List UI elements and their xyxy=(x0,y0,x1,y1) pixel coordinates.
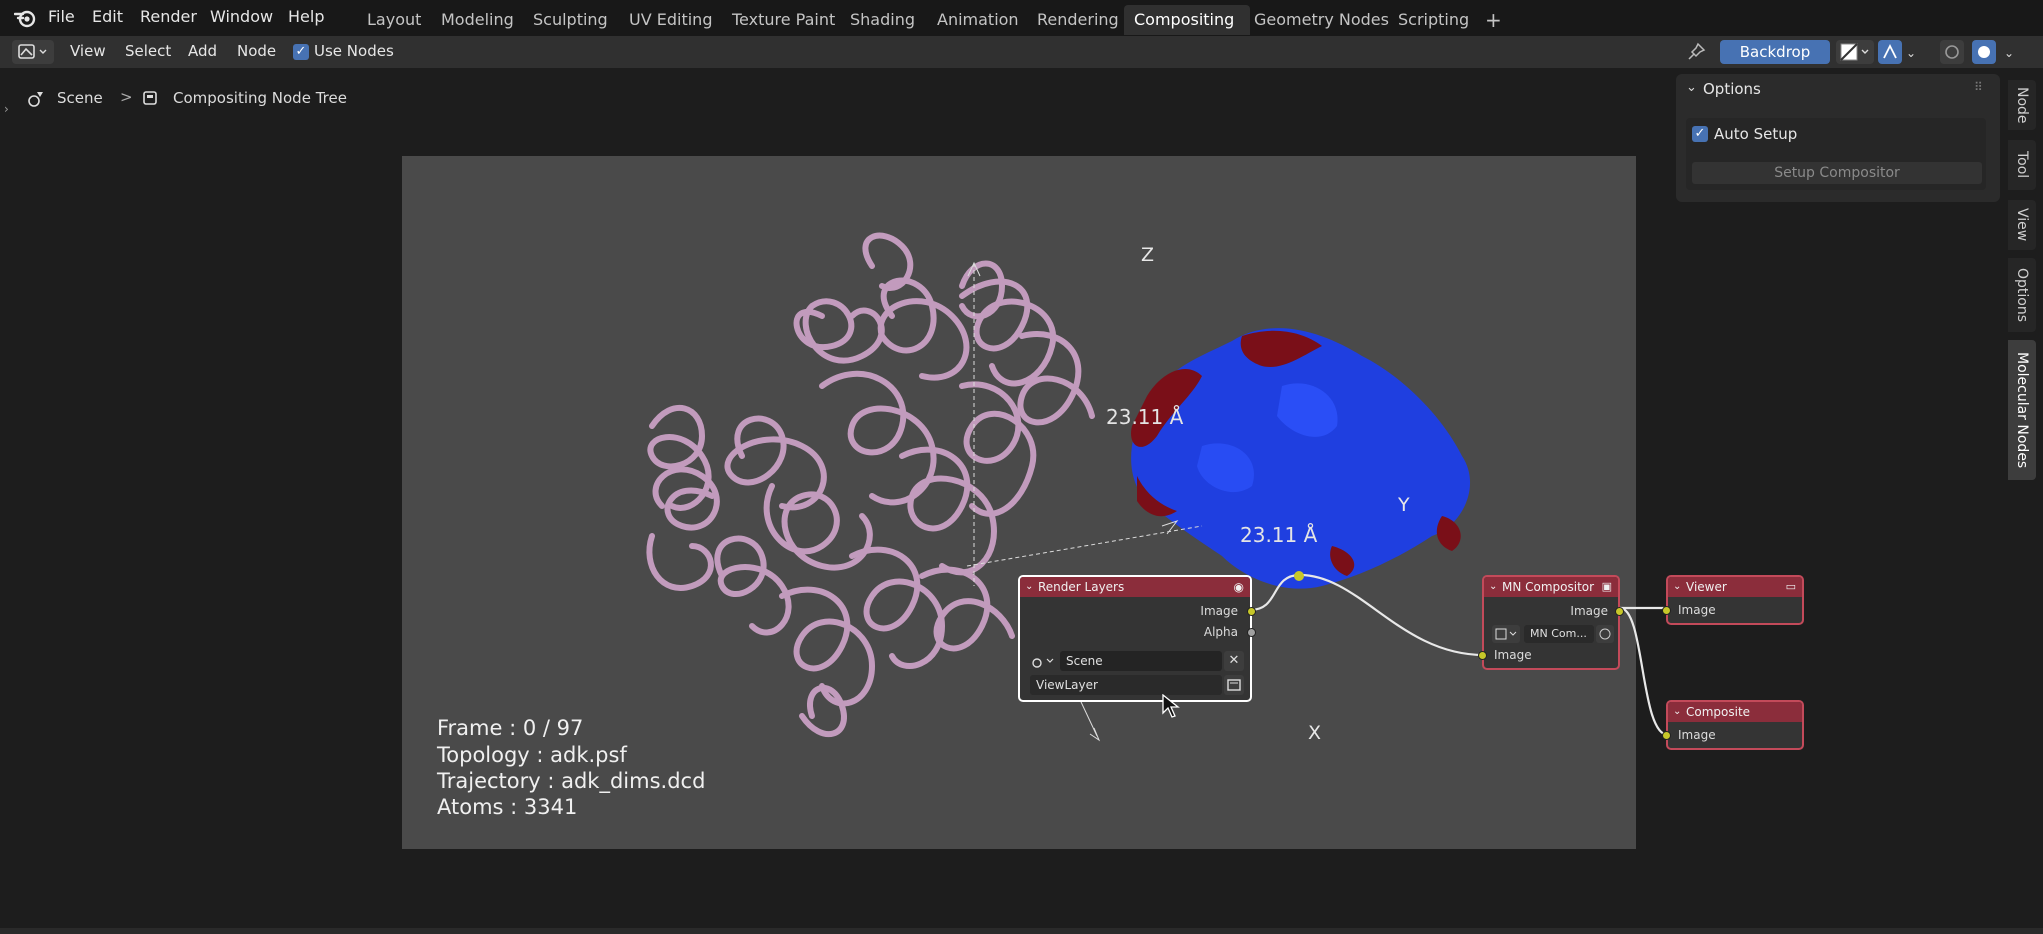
eye-icon[interactable]: ◉ xyxy=(1234,577,1244,597)
viewer-title: Viewer xyxy=(1686,580,1727,594)
input-image-socket[interactable] xyxy=(1662,606,1671,615)
scene-selector-icon[interactable] xyxy=(1030,651,1056,671)
output-image-socket[interactable] xyxy=(1615,607,1624,616)
render-layers-title: Render Layers xyxy=(1038,580,1125,594)
collapse-chevron-icon[interactable]: ⌄ xyxy=(1673,577,1681,597)
sidebar-tab-view[interactable]: View xyxy=(2008,200,2036,250)
mn-compositor-header: ⌄ MN Compositor ▣ xyxy=(1484,577,1618,597)
input-image-label: Image xyxy=(1678,728,1716,742)
viewer-header: ⌄ Viewer ▭ xyxy=(1668,577,1802,597)
options-panel-title[interactable]: Options xyxy=(1703,80,1761,98)
node-group-field[interactable]: MN Com... xyxy=(1524,625,1594,643)
sidebar-tab-node[interactable]: Node xyxy=(2008,80,2036,130)
options-panel: ⌄ Options ⠿ ✓ Auto Setup Setup Composito… xyxy=(1676,74,2000,202)
sidebar-tab-tool[interactable]: Tool xyxy=(2008,140,2036,190)
render-layer-icon[interactable] xyxy=(1224,675,1244,695)
mn-compositor-node[interactable]: ⌄ MN Compositor ▣ Image MN Com... Image xyxy=(1478,575,1624,670)
output-alpha-label: Alpha xyxy=(1203,625,1238,639)
output-image-label: Image xyxy=(1200,604,1238,618)
collapse-chevron-icon[interactable]: ⌄ xyxy=(1489,577,1497,597)
input-image-label: Image xyxy=(1678,603,1716,617)
composite-header: ⌄ Composite xyxy=(1668,702,1802,722)
mn-compositor-title: MN Compositor xyxy=(1502,580,1595,594)
scene-field[interactable]: Scene xyxy=(1060,651,1222,671)
clear-scene-icon[interactable]: ✕ xyxy=(1224,651,1244,671)
composite-title: Composite xyxy=(1686,705,1751,719)
auto-setup-checkbox[interactable]: ✓ xyxy=(1692,126,1708,142)
render-layers-header: ⌄ Render Layers ◉ xyxy=(1020,577,1250,597)
setup-compositor-button[interactable]: Setup Compositor xyxy=(1692,162,1982,184)
node-group-icon[interactable]: ▣ xyxy=(1602,577,1612,597)
composite-node[interactable]: ⌄ Composite Image xyxy=(1662,700,1804,750)
output-alpha-socket[interactable] xyxy=(1247,628,1256,637)
status-bar xyxy=(0,928,2043,934)
sidebar-tab-options[interactable]: Options xyxy=(2008,258,2036,332)
view-layer-dropdown[interactable]: ViewLayer xyxy=(1030,675,1222,695)
sidebar-tab-molecular-nodes[interactable]: Molecular Nodes xyxy=(2008,340,2036,480)
mouse-cursor-icon xyxy=(1162,693,1180,720)
render-layers-node[interactable]: ⌄ Render Layers ◉ Image Alpha Scene ✕ Vi… xyxy=(1018,575,1256,702)
panel-drag-handle-icon[interactable]: ⠿ xyxy=(1974,80,1983,94)
input-image-socket[interactable] xyxy=(1478,651,1487,660)
panel-collapse-chevron-icon[interactable]: ⌄ xyxy=(1686,80,1697,95)
collapse-chevron-icon[interactable]: ⌄ xyxy=(1025,577,1033,597)
collapse-chevron-icon[interactable]: ⌄ xyxy=(1673,702,1681,722)
input-image-socket[interactable] xyxy=(1662,731,1671,740)
fake-user-shield-icon[interactable] xyxy=(1596,625,1614,643)
viewer-node[interactable]: ⌄ Viewer ▭ Image xyxy=(1662,575,1804,625)
output-image-label: Image xyxy=(1570,604,1608,618)
output-image-socket[interactable] xyxy=(1247,607,1256,616)
viewer-monitor-icon[interactable]: ▭ xyxy=(1786,577,1796,597)
auto-setup-label: Auto Setup xyxy=(1714,125,1798,143)
node-tree-selector-icon[interactable] xyxy=(1492,625,1520,643)
input-image-label: Image xyxy=(1494,648,1532,662)
